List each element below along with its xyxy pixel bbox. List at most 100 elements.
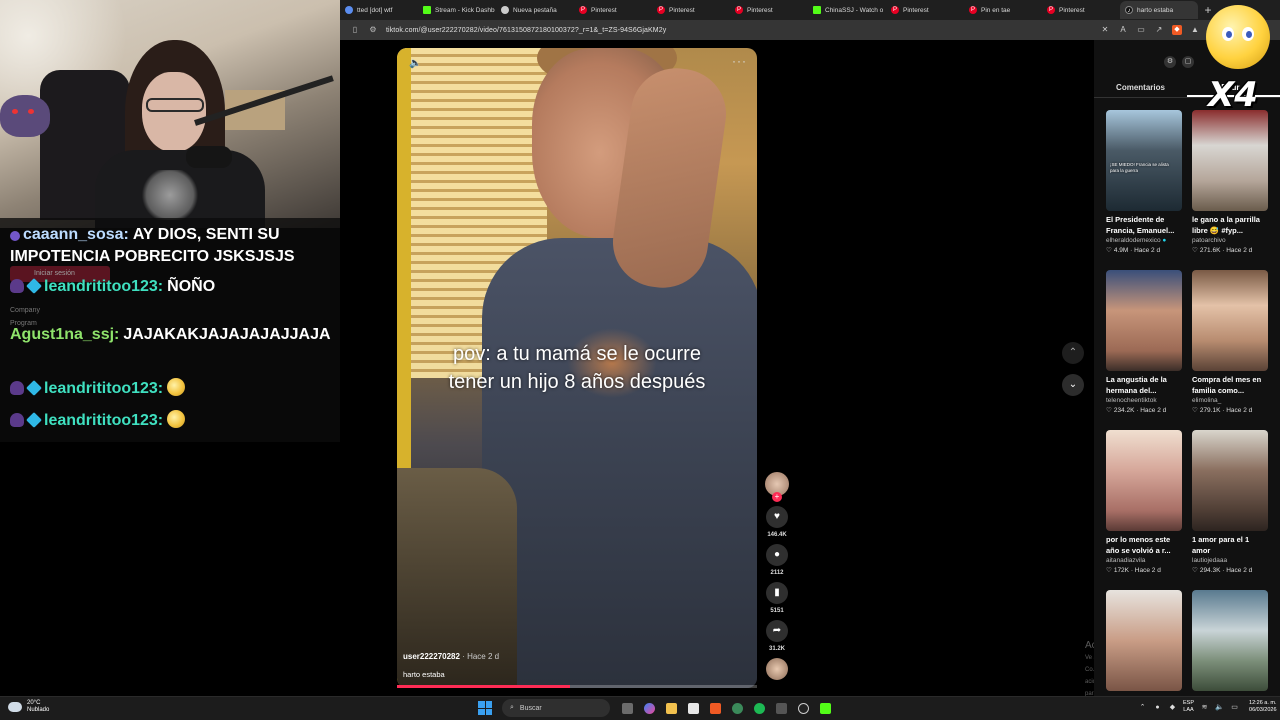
- video-card-title[interactable]: El Presidente de Francia, Emanuel...: [1106, 214, 1182, 236]
- browser-tab[interactable]: P Pinterest: [886, 1, 964, 19]
- chat-username[interactable]: Agust1na_ssj:: [10, 326, 119, 343]
- save-action[interactable]: ▮ 5151: [762, 582, 792, 614]
- browser-tab[interactable]: P Pinterest: [1042, 1, 1120, 19]
- sound-disc-avatar[interactable]: [766, 658, 788, 680]
- video-card-author[interactable]: aitanadiazvila: [1106, 557, 1182, 564]
- video-thumbnail[interactable]: [1192, 430, 1268, 531]
- chevron-down-icon[interactable]: ⌄: [1062, 374, 1084, 396]
- brave-shields-icon[interactable]: ◆: [1172, 25, 1182, 35]
- video-card-author[interactable]: elheraldodemexico ●: [1106, 237, 1182, 244]
- kick-app-icon[interactable]: [816, 699, 834, 717]
- cast-icon[interactable]: ▭: [1136, 25, 1146, 35]
- video-thumbnail[interactable]: [1106, 270, 1182, 371]
- video-thumbnail[interactable]: [1192, 270, 1268, 371]
- video-player[interactable]: 🔈 ··· pov: a tu mamá se le ocurre tener …: [397, 48, 757, 688]
- wifi-icon[interactable]: ≋: [1200, 703, 1209, 712]
- more-options-icon[interactable]: ···: [732, 54, 747, 68]
- browser-tab[interactable]: Stream - Kick Dashb: [418, 1, 496, 19]
- tray-app-icon-2[interactable]: ◆: [1168, 703, 1177, 712]
- author-name[interactable]: lautiojedaaa: [1192, 557, 1227, 564]
- mute-icon[interactable]: ✕: [1100, 25, 1110, 35]
- share-action[interactable]: ➦ 31.2K: [762, 620, 792, 652]
- brave-browser-icon[interactable]: [706, 699, 724, 717]
- volume-icon[interactable]: 🔈: [409, 58, 421, 69]
- author-name[interactable]: elimolina_: [1192, 397, 1221, 404]
- file-explorer-icon[interactable]: [662, 699, 680, 717]
- task-view-icon[interactable]: [618, 699, 636, 717]
- video-author[interactable]: user222270282 · Hace 2 d: [403, 652, 499, 661]
- video-card[interactable]: Compra del mes en familia como... elimoli…: [1192, 270, 1268, 430]
- language-indicator[interactable]: ESP LAA: [1183, 700, 1194, 714]
- taskbar-search[interactable]: ⌕ Buscar: [502, 699, 610, 717]
- video-card-author[interactable]: patoarchivo: [1192, 237, 1268, 244]
- bookmark-icon[interactable]: ▮: [766, 582, 788, 604]
- video-card-author[interactable]: telenocheentiktok: [1106, 397, 1182, 404]
- author-name[interactable]: telenocheentiktok: [1106, 397, 1157, 404]
- spotify-icon[interactable]: [750, 699, 768, 717]
- url-field[interactable]: tiktok.com/@user222270282/video/76131508…: [386, 27, 666, 34]
- video-card[interactable]: ¡SE MIEDO! Francia se alista para la gue…: [1106, 110, 1182, 270]
- volume-icon[interactable]: 🔈: [1215, 703, 1224, 712]
- video-thumbnail[interactable]: [1106, 430, 1182, 531]
- store-icon[interactable]: [684, 699, 702, 717]
- video-card[interactable]: 1 amor para el 1 amor lautiojedaaa ♡ 294.3K…: [1192, 430, 1268, 590]
- browser-tab[interactable]: P Pinterest: [574, 1, 652, 19]
- like-action[interactable]: ♥ 146.4K: [762, 506, 792, 538]
- comment-action[interactable]: ● 2112: [762, 544, 792, 576]
- creator-avatar[interactable]: +: [765, 472, 789, 502]
- chat-username[interactable]: leandrititoo123:: [44, 412, 163, 429]
- video-card-author[interactable]: lautiojedaaa: [1192, 557, 1268, 564]
- browser-tab[interactable]: tted [dot] wtf: [340, 1, 418, 19]
- clock[interactable]: 12:26 a. m. 06/03/2026: [1249, 700, 1277, 714]
- rewards-icon[interactable]: ▲: [1190, 25, 1200, 35]
- video-card[interactable]: le gano a la parrilla libre 😅 #fyp... pat…: [1192, 110, 1268, 270]
- chat-username[interactable]: leandrititoo123:: [44, 278, 163, 295]
- share-icon[interactable]: ↗: [1154, 25, 1164, 35]
- video-thumbnail[interactable]: [1106, 590, 1182, 691]
- author-name[interactable]: elheraldodemexico: [1106, 237, 1161, 244]
- browser-tab[interactable]: ChinaSSJ - Watch o: [808, 1, 886, 19]
- video-card-title[interactable]: por lo menos este año se volvió a r...: [1106, 534, 1182, 556]
- share-arrow-icon[interactable]: ➦: [766, 620, 788, 642]
- copilot-icon[interactable]: [640, 699, 658, 717]
- battery-icon[interactable]: ▭: [1230, 703, 1239, 712]
- browser-tab[interactable]: P Pinterest: [730, 1, 808, 19]
- author-name[interactable]: aitanadiazvila: [1106, 557, 1145, 564]
- site-info-icon[interactable]: ⚙: [368, 25, 378, 35]
- video-card-author[interactable]: elimolina_: [1192, 397, 1268, 404]
- bookmark-icon[interactable]: ▯: [350, 25, 360, 35]
- tray-app-icon[interactable]: ●: [1153, 703, 1162, 712]
- settings-app-icon[interactable]: [772, 699, 790, 717]
- video-card[interactable]: por lo menos este año se volvió a r... ai…: [1106, 430, 1182, 590]
- chevron-up-icon[interactable]: ⌃: [1062, 342, 1084, 364]
- obs-icon[interactable]: [794, 699, 812, 717]
- video-card-title[interactable]: 1 amor para el 1 amor: [1192, 534, 1268, 556]
- weather-widget[interactable]: 20°C Nublado: [8, 700, 49, 714]
- chat-username[interactable]: leandrititoo123:: [44, 380, 163, 397]
- panel-tab[interactable]: Comentarios: [1094, 78, 1187, 97]
- follow-plus-icon[interactable]: +: [772, 492, 782, 502]
- app-icon[interactable]: [728, 699, 746, 717]
- heart-icon[interactable]: ♥: [766, 506, 788, 528]
- video-card-title[interactable]: Compra del mes en familia como...: [1192, 374, 1268, 396]
- browser-tab[interactable]: ♪ harto estaba: [1120, 1, 1198, 19]
- video-card-title[interactable]: La angustia de la hermana del...: [1106, 374, 1182, 396]
- author-name[interactable]: user222270282: [403, 652, 460, 661]
- translate-icon[interactable]: A: [1118, 25, 1128, 35]
- browser-tab[interactable]: Nueva pestaña: [496, 1, 574, 19]
- video-thumbnail[interactable]: ¡SE MIEDO! Francia se alista para la gue…: [1106, 110, 1182, 211]
- video-progress-bar[interactable]: [397, 685, 757, 688]
- window-icon[interactable]: ▢: [1182, 56, 1194, 68]
- windows-start-icon[interactable]: [478, 701, 492, 715]
- settings-icon[interactable]: ⚙: [1164, 56, 1176, 68]
- chevron-up-icon[interactable]: ⌃: [1138, 703, 1147, 712]
- video-thumbnail[interactable]: [1192, 110, 1268, 211]
- video-card-title[interactable]: le gano a la parrilla libre 😅 #fyp...: [1192, 214, 1268, 236]
- comment-icon[interactable]: ●: [766, 544, 788, 566]
- author-name[interactable]: patoarchivo: [1192, 237, 1226, 244]
- browser-tab[interactable]: P Pinterest: [652, 1, 730, 19]
- browser-tab[interactable]: P Pin en tae: [964, 1, 1042, 19]
- video-card[interactable]: La angustia de la hermana del... telenoch…: [1106, 270, 1182, 430]
- video-thumbnail[interactable]: [1192, 590, 1268, 691]
- chat-username[interactable]: caaann_sosa:: [23, 226, 129, 243]
